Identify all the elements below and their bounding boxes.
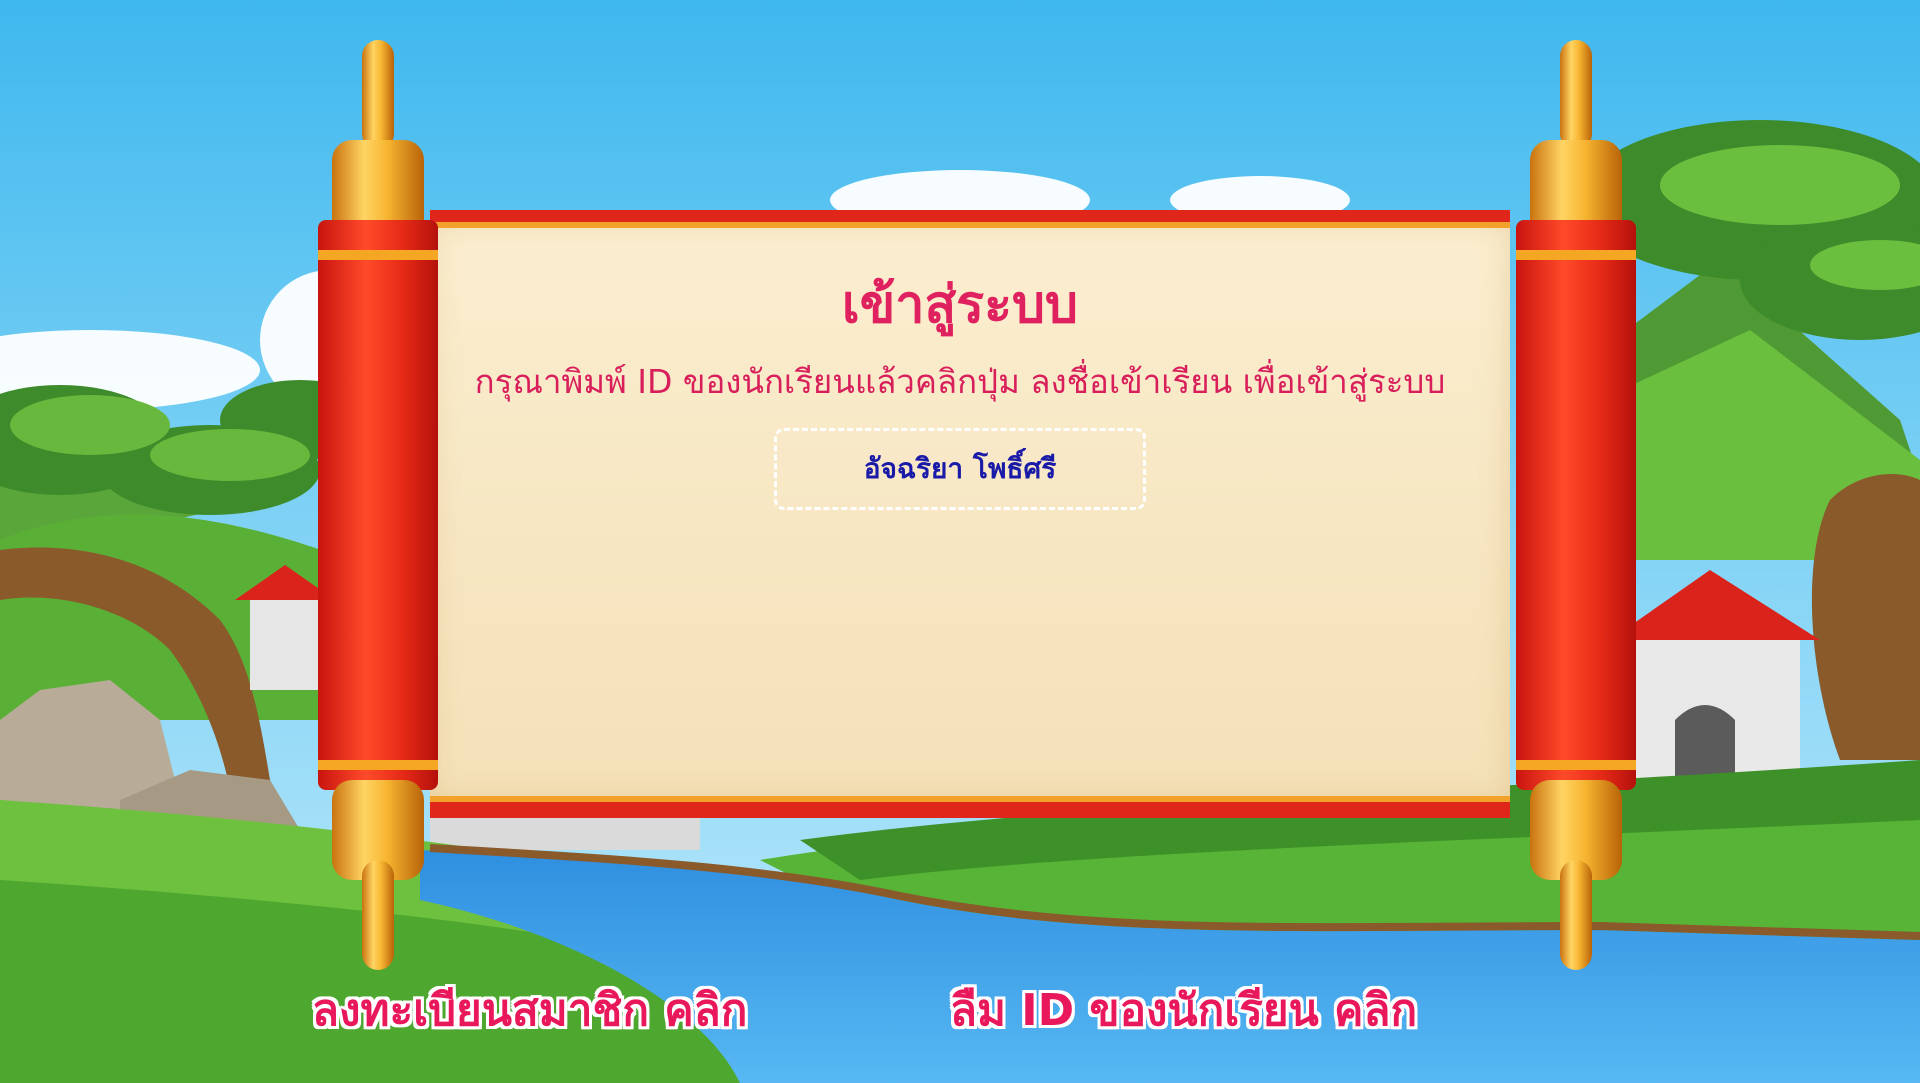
scroll-right-roller-icon: [1508, 40, 1644, 970]
scroll-left-roller-icon: [310, 40, 446, 970]
student-id-value: อัจฉริยา โพธิ์ศรี: [863, 452, 1057, 485]
student-id-field[interactable]: อัจฉริยา โพธิ์ศรี: [774, 428, 1146, 510]
forgot-id-link[interactable]: ลืม ID ของนักเรียน คลิก: [950, 975, 1417, 1045]
register-link[interactable]: ลงทะเบียนสมาชิก คลิก: [312, 975, 747, 1045]
page-title: เข้าสู่ระบบ: [841, 275, 1079, 335]
login-instruction: กรุณาพิมพ์ ID ของนักเรียนแล้วคลิกปุ่ม ลง…: [474, 362, 1446, 401]
